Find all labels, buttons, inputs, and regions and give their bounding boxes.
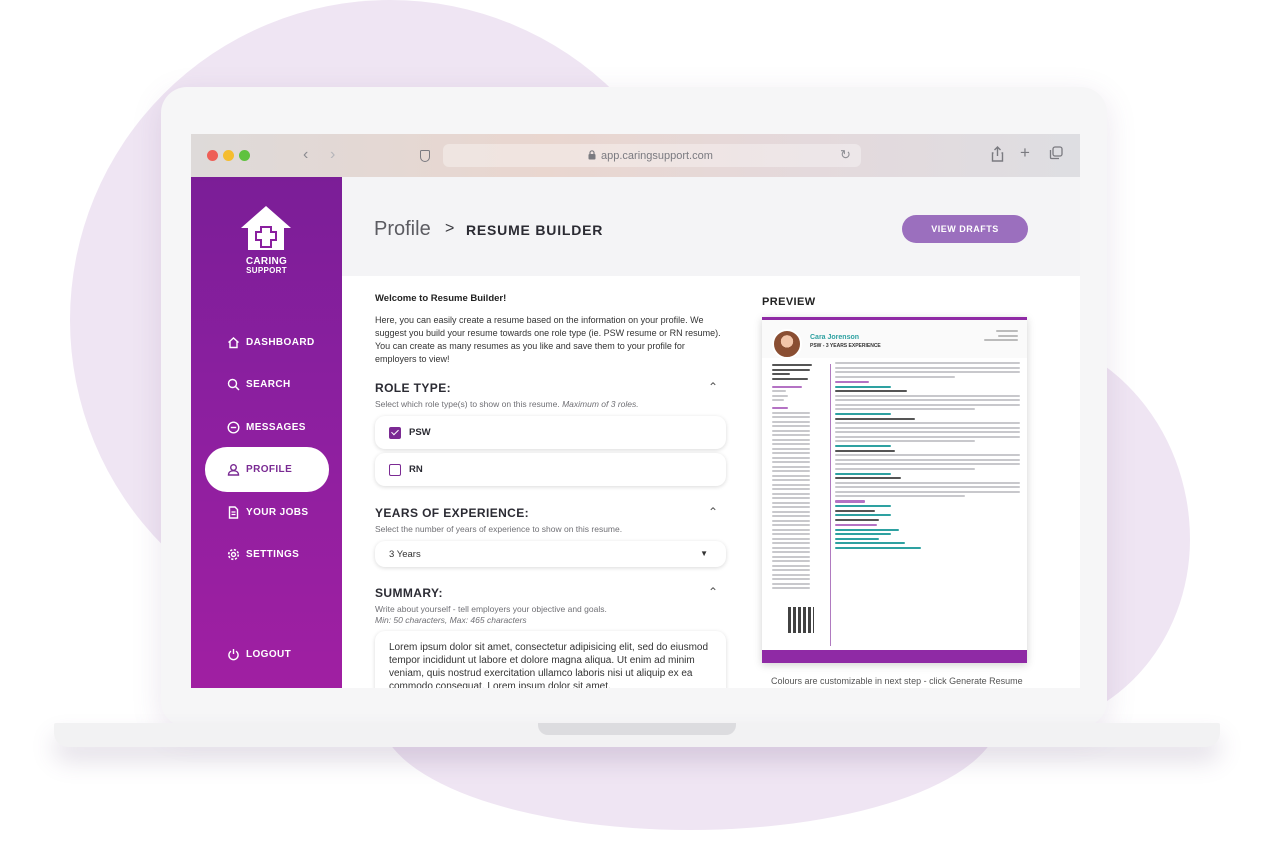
nav-label: SEARCH <box>246 378 291 390</box>
resume-left-column <box>772 364 828 592</box>
welcome-title: Welcome to Resume Builder! <box>375 293 507 304</box>
sidebar: CARING SUPPORT DASHBOARD SEARCH MESSAGES… <box>191 177 342 688</box>
close-window-button[interactable] <box>207 150 218 161</box>
url-text[interactable]: app.caringsupport.com <box>601 150 713 162</box>
resume-preview[interactable]: Cara Jorenson PSW - 3 YEARS EXPERIENCE <box>762 317 1027 663</box>
summary-text[interactable]: Lorem ipsum dolor sit amet, consectetur … <box>389 641 714 688</box>
resume-header: Cara Jorenson PSW - 3 YEARS EXPERIENCE <box>762 320 1027 359</box>
search-icon <box>227 378 240 391</box>
chevron-up-icon[interactable]: ⌃ <box>708 585 718 599</box>
preview-caption: Colours are customizable in next step - … <box>771 676 1023 686</box>
shield-icon <box>420 150 430 162</box>
nav-label: LOGOUT <box>246 648 292 660</box>
user-icon <box>227 463 240 476</box>
nav-label: YOUR JOBS <box>246 506 309 518</box>
document-icon <box>228 505 239 519</box>
nav-item-search[interactable]: SEARCH <box>227 374 291 394</box>
nav-item-profile[interactable]: PROFILE <box>227 459 292 479</box>
role-type-help: Select which role type(s) to show on thi… <box>375 399 725 410</box>
summary-textarea[interactable]: Lorem ipsum dolor sit amet, consectetur … <box>375 631 726 688</box>
resume-right-column <box>835 362 1020 551</box>
chevron-up-icon[interactable]: ⌃ <box>708 380 718 394</box>
summary-title: SUMMARY: <box>375 586 443 600</box>
nav-label: PROFILE <box>246 463 293 475</box>
view-drafts-button[interactable]: VIEW DRAFTS <box>902 215 1028 243</box>
lock-icon <box>588 150 596 160</box>
power-icon <box>228 648 239 660</box>
experience-title: YEARS OF EXPERIENCE: <box>375 506 530 520</box>
experience-select[interactable]: 3 Years ▼ <box>375 541 726 567</box>
experience-value: 3 Years <box>389 549 421 560</box>
nav-label: DASHBOARD <box>246 336 315 348</box>
maximize-window-button[interactable] <box>239 150 250 161</box>
checkbox-unchecked[interactable] <box>389 464 401 476</box>
reload-icon[interactable]: ↻ <box>840 147 851 163</box>
role-type-help-text: Select which role type(s) to show on thi… <box>375 399 560 409</box>
summary-limits: Min: 50 characters, Max: 465 characters <box>375 615 527 625</box>
laptop-notch <box>538 723 736 735</box>
preview-title: PREVIEW <box>762 296 816 308</box>
forward-arrow-icon[interactable]: › <box>330 146 335 164</box>
message-icon <box>227 420 240 434</box>
mockup-stage: ‹ › app.caringsupport.com ↻ + CARING SUP… <box>0 0 1274 846</box>
checkbox-checked[interactable] <box>389 427 401 439</box>
caret-down-icon: ▼ <box>700 549 708 558</box>
nav-item-messages[interactable]: MESSAGES <box>227 417 306 437</box>
experience-help: Select the number of years of experience… <box>375 524 623 534</box>
nav-label: MESSAGES <box>246 421 306 433</box>
nav-item-dashboard[interactable]: DASHBOARD <box>227 332 315 352</box>
back-arrow-icon[interactable]: ‹ <box>303 146 308 164</box>
nav-label: SETTINGS <box>246 548 300 560</box>
gear-icon <box>227 548 240 560</box>
caring-support-logo-icon <box>241 206 291 250</box>
resume-contact <box>984 330 1018 344</box>
breadcrumb-separator: > <box>445 220 455 237</box>
role-option-rn[interactable]: RN <box>375 453 726 486</box>
browser-toolbar: ‹ › app.caringsupport.com ↻ + <box>191 134 1080 177</box>
tabs-overview-icon[interactable] <box>1049 146 1063 160</box>
page-title: RESUME BUILDER <box>466 222 604 238</box>
role-option-psw[interactable]: PSW <box>375 416 726 449</box>
nav-item-settings[interactable]: SETTINGS <box>227 544 299 564</box>
new-tab-icon[interactable]: + <box>1020 143 1030 163</box>
nav-item-your-jobs[interactable]: YOUR JOBS <box>227 502 309 522</box>
role-type-title: ROLE TYPE: <box>375 381 452 395</box>
chevron-up-icon[interactable]: ⌃ <box>708 505 718 519</box>
app-screen: ‹ › app.caringsupport.com ↻ + CARING SUP… <box>191 134 1080 688</box>
summary-help: Write about yourself - tell employers yo… <box>375 604 607 614</box>
minimize-window-button[interactable] <box>223 150 234 161</box>
home-icon <box>228 336 239 348</box>
share-icon[interactable] <box>991 146 1004 162</box>
nav-item-logout[interactable]: LOGOUT <box>227 644 291 664</box>
qr-code-icon <box>788 607 814 633</box>
resume-footer <box>762 650 1027 663</box>
intro-text: Here, you can easily create a resume bas… <box>375 315 721 364</box>
role-type-limit: Maximum of 3 roles. <box>562 399 639 409</box>
role-option-label: PSW <box>409 427 431 438</box>
brand-name-line2: SUPPORT <box>246 266 287 275</box>
breadcrumb-profile[interactable]: Profile <box>374 218 431 241</box>
role-option-label: RN <box>409 464 423 475</box>
resume-role: PSW - 3 YEARS EXPERIENCE <box>810 343 881 349</box>
resume-divider <box>830 364 831 646</box>
resume-name: Cara Jorenson <box>810 334 860 341</box>
avatar <box>772 329 802 359</box>
